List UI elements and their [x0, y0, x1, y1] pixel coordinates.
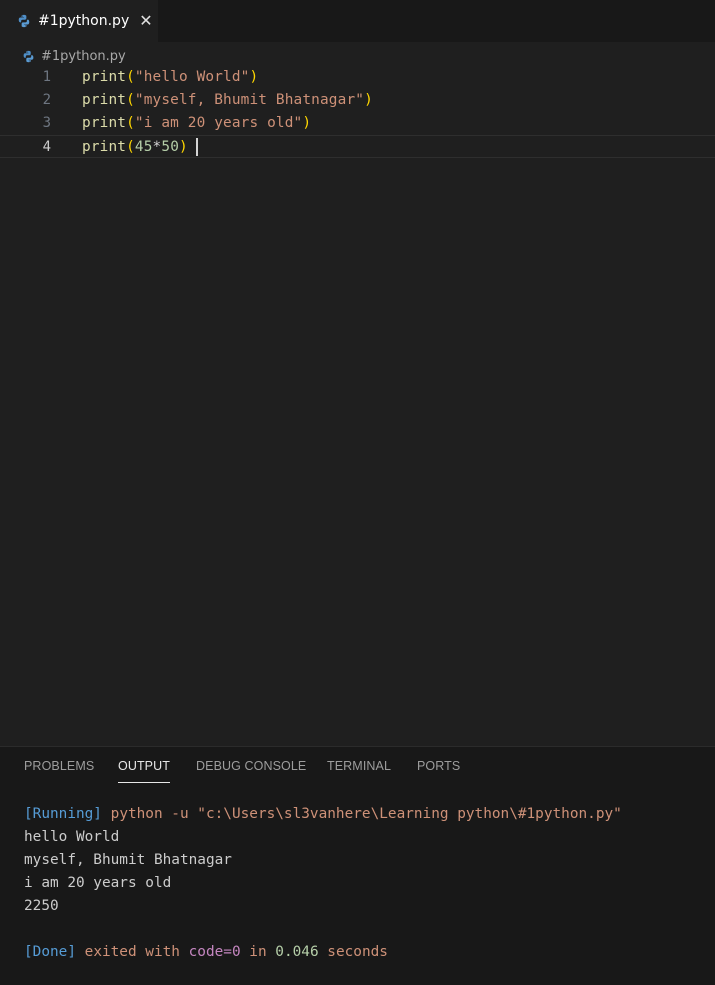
- line-number: 4: [42, 139, 51, 155]
- code-text: print("i am 20 years old"): [82, 112, 311, 135]
- bracket: ): [302, 115, 312, 131]
- run-command: python -u "c:\Users\sl3vanhere\Learning …: [110, 806, 622, 822]
- editor-tab-bar: #1python.py ✕: [0, 0, 715, 42]
- done-tag: [Done]: [24, 944, 76, 960]
- exit-code: code=0: [188, 944, 241, 960]
- output-running-line: [Running] python -u "c:\Users\sl3vanhere…: [24, 803, 704, 826]
- code-line[interactable]: 3 print("i am 20 years old"): [0, 112, 715, 135]
- function-name: print: [82, 69, 127, 85]
- duration-value: 0.046: [275, 944, 319, 960]
- output-line: hello World: [24, 829, 120, 845]
- code-editor[interactable]: 1 print("hello World") 2 print("myself, …: [0, 66, 715, 746]
- output-log[interactable]: [Running] python -u "c:\Users\sl3vanhere…: [24, 803, 704, 964]
- function-name: print: [82, 139, 127, 155]
- bracket: (: [126, 139, 135, 155]
- function-name: print: [82, 92, 127, 108]
- in-text: in: [249, 944, 267, 960]
- tab-debug-console[interactable]: DEBUG CONSOLE: [196, 759, 306, 773]
- python-icon: [18, 14, 30, 28]
- string-literal: "hello World": [134, 69, 250, 85]
- tab-1python-py[interactable]: #1python.py ✕: [0, 0, 158, 42]
- line-number: 2: [42, 92, 51, 108]
- bracket: (: [126, 92, 135, 108]
- text-cursor: [195, 138, 198, 156]
- code-text: print("hello World"): [82, 66, 258, 89]
- seconds-text: seconds: [327, 944, 388, 960]
- line-number: 3: [42, 115, 51, 131]
- bracket: (: [126, 69, 135, 85]
- bracket: ): [179, 139, 188, 155]
- string-literal: "myself, Bhumit Bhatnagar": [134, 92, 365, 108]
- close-icon[interactable]: ✕: [139, 13, 152, 29]
- string-literal: "i am 20 years old": [134, 115, 303, 131]
- running-tag: [Running]: [24, 806, 102, 822]
- tab-terminal[interactable]: TERMINAL: [327, 759, 391, 773]
- bottom-panel: PROBLEMS OUTPUT DEBUG CONSOLE TERMINAL P…: [0, 746, 715, 985]
- breadcrumb[interactable]: #1python.py: [22, 46, 126, 66]
- bracket: (: [126, 115, 135, 131]
- output-blank-line: [24, 918, 704, 941]
- bracket: ): [364, 92, 373, 108]
- tab-ports[interactable]: PORTS: [417, 759, 460, 773]
- function-name: print: [82, 115, 127, 131]
- output-line: 2250: [24, 898, 59, 914]
- code-line[interactable]: 1 print("hello World"): [0, 66, 715, 89]
- exited-text: exited with: [84, 944, 180, 960]
- output-line: i am 20 years old: [24, 875, 172, 891]
- code-line[interactable]: 2 print("myself, Bhumit Bhatnagar"): [0, 89, 715, 112]
- code-text: print(45*50): [82, 136, 198, 159]
- number-literal: 45: [134, 139, 153, 155]
- tab-label: #1python.py: [38, 13, 130, 29]
- tab-output[interactable]: OUTPUT: [118, 759, 170, 783]
- output-done-line: [Done] exited with code=0 in 0.046 secon…: [24, 941, 704, 964]
- line-number: 1: [42, 69, 51, 85]
- code-text: print("myself, Bhumit Bhatnagar"): [82, 89, 373, 112]
- python-icon: [23, 50, 34, 62]
- number-literal: 50: [161, 139, 180, 155]
- panel-tab-bar: PROBLEMS OUTPUT DEBUG CONSOLE TERMINAL P…: [0, 747, 715, 787]
- bracket: ): [249, 69, 259, 85]
- breadcrumb-filename: #1python.py: [41, 48, 126, 64]
- output-line: myself, Bhumit Bhatnagar: [24, 852, 232, 868]
- code-line-current[interactable]: 4 print(45*50): [0, 135, 715, 158]
- tab-problems[interactable]: PROBLEMS: [24, 759, 94, 773]
